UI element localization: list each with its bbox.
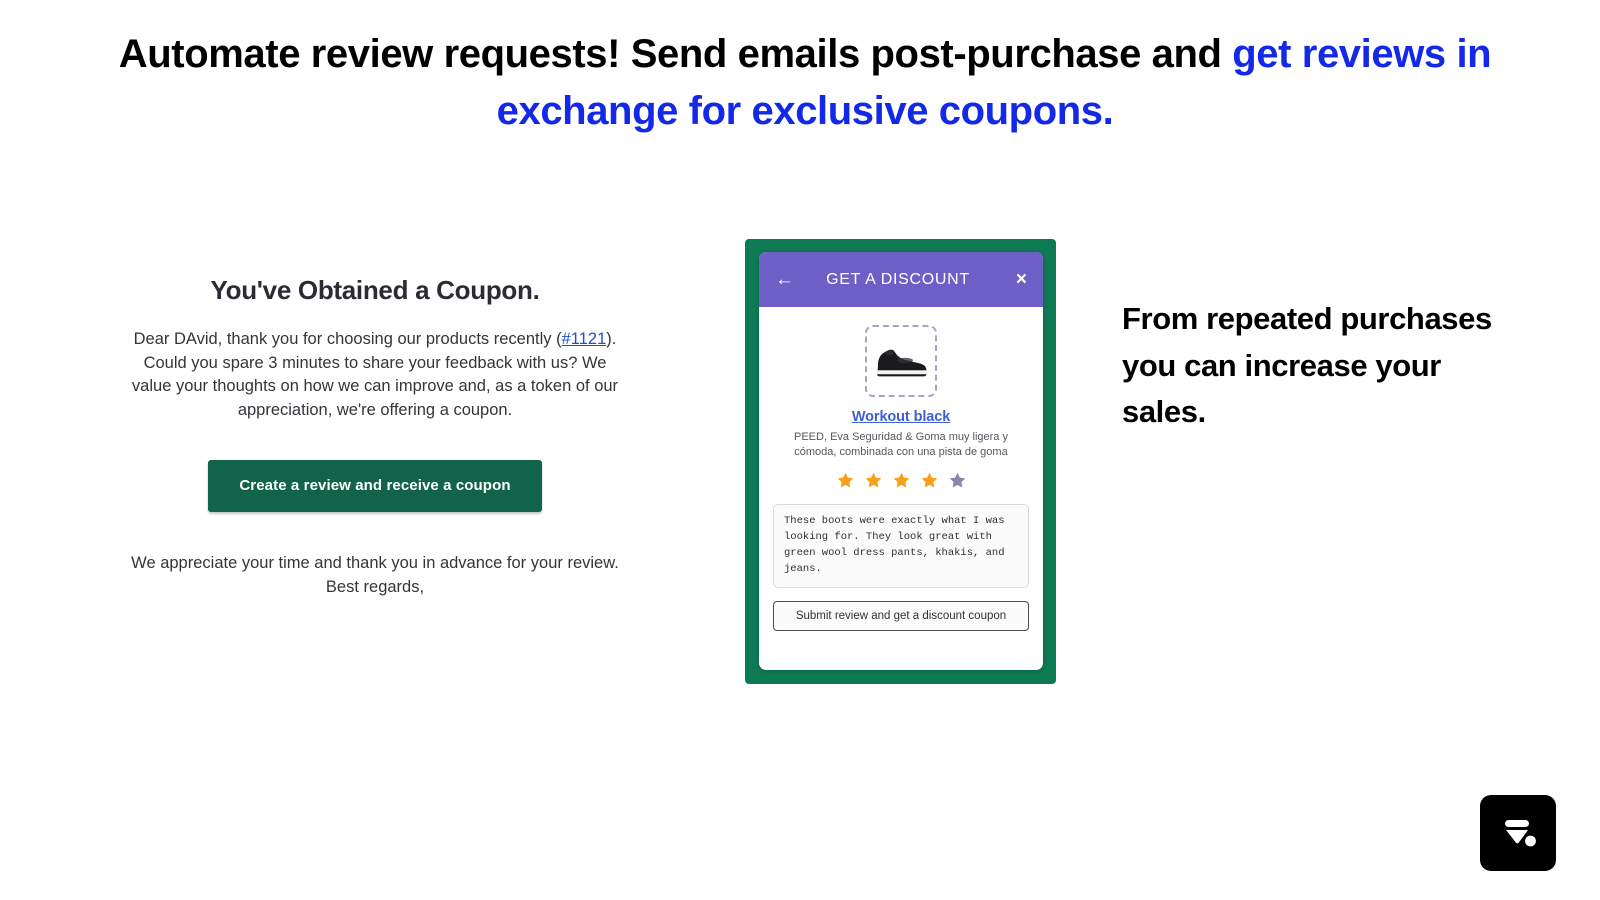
right-callout-text: From repeated purchases you can increase… [1122,301,1492,429]
order-number-link[interactable]: #1121 [562,330,607,348]
review-textarea[interactable]: These boots were exactly what I was look… [773,504,1029,589]
page-headline: Automate review requests! Send emails po… [110,26,1500,140]
funnel-icon [1505,820,1536,847]
email-body-before-link: Dear DAvid, thank you for choosing our p… [133,330,562,348]
phone-mockup-frame: ← GET A DISCOUNT × Workout black PEED, E… [745,239,1056,684]
discount-modal-title: GET A DISCOUNT [826,270,970,288]
star-icon-2[interactable] [864,471,883,490]
email-footer-line-2: Best regards, [325,578,425,597]
discount-modal-body: Workout black PEED, Eva Seguridad & Goma… [759,307,1043,632]
email-cta-wrapper: Create a review and receive a coupon [100,460,650,513]
product-image-placeholder [865,325,937,397]
star-icon-4[interactable] [920,471,939,490]
email-footer: We appreciate your time and thank you in… [100,552,650,600]
funnel-logo[interactable] [1480,795,1556,871]
email-footer-line-1: We appreciate your time and thank you in… [131,554,619,573]
star-rating[interactable] [773,471,1029,490]
star-icon-1[interactable] [836,471,855,490]
promo-page: Automate review requests! Send emails po… [0,0,1600,900]
star-icon-3[interactable] [892,471,911,490]
headline-part-black: Automate review requests! Send emails po… [118,32,1233,76]
discount-modal-header: ← GET A DISCOUNT × [759,252,1043,307]
sneaker-icon [875,349,928,377]
email-preview-panel: You've Obtained a Coupon. Dear DAvid, th… [100,275,650,600]
close-icon[interactable]: × [1005,270,1027,289]
star-icon-5[interactable] [948,471,967,490]
product-description: PEED, Eva Seguridad & Goma muy ligera y … [794,431,1008,458]
phone-screen: ← GET A DISCOUNT × Workout black PEED, E… [759,252,1043,670]
create-review-button[interactable]: Create a review and receive a coupon [208,460,542,513]
email-title: You've Obtained a Coupon. [210,275,540,305]
submit-review-button[interactable]: Submit review and get a discount coupon [773,601,1029,632]
email-body: Dear DAvid, thank you for choosing our p… [123,328,628,422]
product-name-link[interactable]: Workout black [773,409,1029,425]
